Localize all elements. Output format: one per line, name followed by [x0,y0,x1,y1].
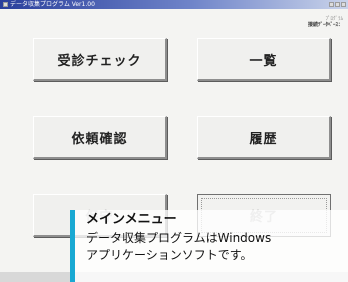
database-label: 接続ﾃﾞｰﾀﾍﾞｰｽ： [307,22,343,28]
caption-line-2: アプリケーションソフトです。 [86,248,253,262]
request-confirm-button[interactable]: 依頼確認 [33,116,167,159]
list-button-label: 一覧 [249,53,278,69]
caption-title: メインメニュー [86,212,177,227]
list-button[interactable]: 一覧 [197,38,331,81]
close-icon[interactable] [341,2,346,7]
title-bar: データ収集プログラム Ver1.00 [0,0,348,9]
minimize-icon[interactable] [329,2,334,7]
window-title: データ収集プログラム Ver1.00 [10,1,95,8]
status-area: ﾌﾟﾛｸﾞﾗﾑ 接続ﾃﾞｰﾀﾍﾞｰｽ： [308,16,343,28]
caption-body: データ収集プログラムはWindows アプリケーションソフトです。 [86,230,271,264]
history-button[interactable]: 履歴 [197,116,331,159]
history-button-label: 履歴 [249,131,278,147]
check-button-label: 受診チェック [57,53,142,69]
maximize-icon[interactable] [335,2,340,7]
app-icon [3,2,8,7]
check-button[interactable]: 受診チェック [33,38,167,81]
caption-line-1: データ収集プログラムはWindows [86,231,272,245]
caption-overlay: メインメニュー データ収集プログラムはWindows アプリケーションソフトです… [70,210,348,282]
caption-accent-bar [70,210,75,282]
request-confirm-label: 依頼確認 [71,131,128,147]
